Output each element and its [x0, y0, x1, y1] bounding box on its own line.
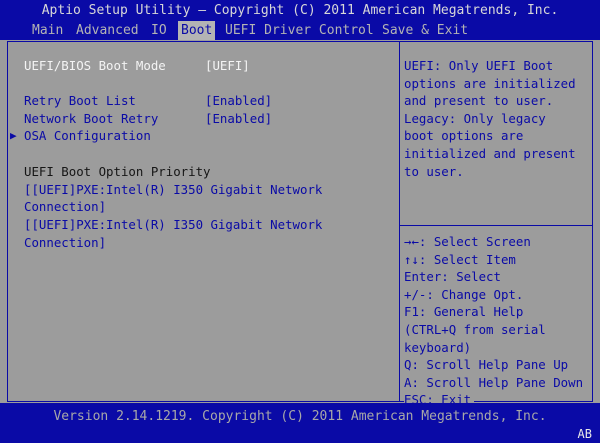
tab-advanced[interactable]: Advanced — [76, 21, 139, 40]
boot-mode-value[interactable]: [UEFI] — [205, 57, 250, 75]
network-boot-retry-value[interactable]: [Enabled] — [205, 110, 272, 128]
boot-option-1-line2[interactable]: Connection] — [24, 198, 106, 216]
submenu-arrow-icon: ▶ — [10, 129, 17, 142]
tab-uefi-driver-control[interactable]: UEFI Driver Control — [225, 21, 374, 40]
help-line: options are initialized — [404, 75, 576, 91]
tab-main[interactable]: Main — [32, 21, 63, 40]
boot-mode-label[interactable]: UEFI/BIOS Boot Mode — [24, 57, 166, 75]
help-line: and present to user. — [404, 93, 554, 109]
boot-option-2-line2[interactable]: Connection] — [24, 234, 106, 252]
key-help-select-screen: →←: Select Screen — [404, 234, 531, 249]
help-line: boot options are — [404, 128, 524, 144]
footer-bar: Version 2.14.1219. Copyright (C) 2011 Am… — [0, 403, 600, 443]
panel-divider-horizontal — [399, 225, 593, 226]
panel-divider-vertical — [399, 41, 400, 402]
key-help-enter: Enter: Select — [404, 269, 501, 285]
key-help-ctrl-q: (CTRL+Q from serial — [404, 322, 546, 337]
key-help-scroll-down: A: Scroll Help Pane Down — [404, 374, 584, 390]
network-boot-retry-label[interactable]: Network Boot Retry — [24, 110, 158, 128]
help-line: Legacy: Only legacy — [404, 110, 546, 126]
help-line: initialized and present — [404, 146, 576, 161]
tab-save-exit[interactable]: Save & Exit — [382, 21, 468, 40]
version-text: Version 2.14.1219. Copyright (C) 2011 Am… — [53, 409, 547, 424]
help-line: UEFI: Only UEFI Boot — [404, 58, 554, 73]
menu-bar: Main Advanced IO Boot UEFI Driver Contro… — [0, 21, 600, 40]
retry-boot-list-value[interactable]: [Enabled] — [205, 92, 272, 110]
tab-io[interactable]: IO — [151, 21, 167, 40]
retry-boot-list-label[interactable]: Retry Boot List — [24, 92, 136, 110]
help-line: to user. — [404, 163, 464, 179]
key-help-general-help: F1: General Help — [404, 304, 524, 320]
boot-priority-heading: UEFI Boot Option Priority — [24, 164, 211, 179]
tab-boot[interactable]: Boot — [178, 21, 216, 40]
key-help-keyboard: keyboard) — [404, 339, 472, 355]
key-help-change-opt: +/-: Change Opt. — [404, 286, 524, 302]
key-help-scroll-up: Q: Scroll Help Pane Up — [404, 357, 569, 373]
app-title: Aptio Setup Utility – Copyright (C) 2011… — [0, 0, 600, 21]
boot-option-1-line1[interactable]: [[UEFI]PXE:Intel(R) I350 Gigabit Network — [24, 181, 322, 199]
corner-code: AB — [577, 427, 592, 441]
boot-option-2-line1[interactable]: [[UEFI]PXE:Intel(R) I350 Gigabit Network — [24, 216, 322, 234]
osa-configuration-link[interactable]: OSA Configuration — [24, 127, 151, 145]
key-help-select-item: ↑↓: Select Item — [404, 251, 516, 267]
